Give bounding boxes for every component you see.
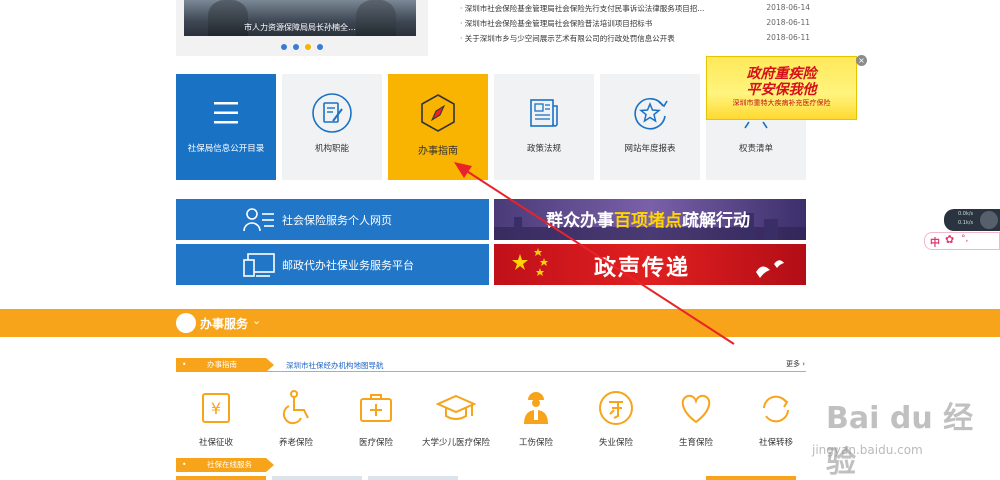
service-label: 社保征收 [198,438,233,448]
tile-label: 权责清单 [738,144,773,154]
yen-icon: ¥ [202,393,230,423]
baidu-watermark: Bai du 经验 jingyan.baidu.com [786,368,986,480]
personal-page-label: 社会保险服务个人网页 [282,213,392,227]
service-label: 工伤保险 [518,438,553,448]
speed-knob-icon [980,211,998,229]
news-item[interactable]: 关于深圳市乡与少空间展示艺术有限公司的行政处罚信息公开表 2018-06-11 [460,33,810,48]
document-edit-icon [312,93,352,133]
service-pension[interactable]: 养老保险 [256,388,336,448]
carousel-dot[interactable] [317,44,323,50]
news-date: 2018-06-11 [766,33,810,42]
service-label: 养老保险 [278,438,313,448]
compass-icon [421,94,455,132]
banner-government-voice-text: 政声传递 [594,255,691,281]
tile-label: 社保局信息公开目录 [187,144,265,154]
newspaper-icon [530,99,558,127]
graduation-cap-icon [436,394,476,420]
news-item[interactable]: 深圳市社会保险基金管理局社会保险先行支付民事诉讼法律服务项目招... 2018-… [460,3,810,18]
watermark-logo: Bai du 经验 [826,401,974,480]
chevron-down-icon[interactable]: ⌄ [252,314,261,327]
tile-service-guide[interactable]: 办事指南 [388,74,488,180]
map-navigation-link[interactable]: 深圳市社保经办机构地图导航 [286,360,384,371]
tag-online-service[interactable]: 社保在线服务 [176,458,266,472]
news-title[interactable]: 深圳市社会保险基金管理局社会保险普法培训项目招标书 [460,18,653,33]
news-date: 2018-06-14 [766,3,810,12]
network-speed-widget[interactable]: 0.0k/s 0.1k/s [944,209,1000,231]
tag-arrow [266,358,274,372]
tile-info-catalog[interactable]: 社保局信息公开目录 [176,74,276,180]
tile-label: 网站年度报表 [624,144,676,154]
news-list: 深圳市社会保险基金管理局社会保险先行支付民事诉讼法律服务项目招... 2018-… [460,3,810,48]
carousel-dot-active[interactable] [305,44,311,50]
tile-label: 政策法规 [526,144,561,154]
carousel-dot[interactable] [281,44,287,50]
service-label: 医疗保险 [358,438,393,448]
star-badge-icon [634,97,668,130]
service-book-icon [176,313,196,333]
personal-page-button[interactable]: 社会保险服务个人网页 [176,199,489,240]
tag-online-service-label: 社保在线服务 [207,460,252,469]
news-date: 2018-06-11 [766,18,810,27]
heart-icon [681,394,711,424]
bottom-tab[interactable] [176,476,266,480]
news-title[interactable]: 深圳市社会保险基金管理局社会保险先行支付民事诉讼法律服务项目招... [460,3,705,18]
service-collection[interactable]: ¥ 社保征收 [176,388,256,448]
bottom-tab[interactable] [272,476,362,480]
tag-service-guide-label: 办事指南 [207,360,237,369]
news-item[interactable]: 深圳市社会保险基金管理局社会保险普法培训项目招标书 2018-06-11 [460,18,810,33]
banner-government-voice[interactable]: 政声传递 [494,244,806,285]
banner-action[interactable]: 群众办事百项堵点疏解行动 [494,199,806,240]
user-list-icon [243,207,274,231]
tag-service-guide[interactable]: 办事指南 [176,358,266,372]
worker-icon [524,392,548,424]
bottom-tab[interactable] [368,476,458,480]
service-unemployment[interactable]: 失业保险 [576,388,656,448]
carousel-dot[interactable] [293,44,299,50]
floating-ad[interactable]: 政府重疾险 平安保我他 深圳市重特大疾病补充医疗保险 [706,56,857,120]
svg-text:¥: ¥ [211,399,221,418]
ime-punctuation[interactable]: °, [961,234,968,244]
service-medical[interactable]: 医疗保险 [336,388,416,448]
photo-carousel[interactable]: 市人力资源保障局局长孙楠全… [176,0,428,56]
postal-service-button[interactable]: 邮政代办社保业务服务平台 [176,244,489,285]
section-bar: 办事服务 ⌄ [0,309,1000,337]
service-student-medical[interactable]: 大学少儿医疗保险 [416,388,496,448]
service-label: 失业保险 [598,438,633,448]
carousel-image[interactable]: 市人力资源保障局局长孙楠全… [184,0,416,36]
carousel-dots [281,44,323,50]
banner-action-text: 群众办事百项堵点疏解行动 [546,211,750,231]
watermark-url: jingyan.baidu.com [812,443,923,457]
wheelchair-icon [282,390,309,425]
tile-annual-report[interactable]: 网站年度报表 [600,74,700,180]
service-maternity[interactable]: 生育保险 [656,388,736,448]
ad-line-2: 平安保我他 [746,82,817,98]
flower-icon[interactable]: ✿ [945,233,954,246]
service-injury[interactable]: 工伤保险 [496,388,576,448]
tile-label: 办事指南 [418,146,458,157]
postal-service-label: 邮政代办社保业务服务平台 [282,258,414,272]
upload-speed: 0.0k/s [958,211,974,217]
service-label: 生育保险 [678,438,713,448]
tile-label: 机构职能 [314,144,349,154]
tile-policies[interactable]: 政策法规 [494,74,594,180]
ad-line-3: 深圳市重特大疾病补充医疗保险 [732,99,831,107]
monitor-icon [243,252,275,277]
carousel-caption: 市人力资源保障局局长孙楠全… [244,23,356,32]
download-speed: 0.1k/s [958,220,974,226]
section-title[interactable]: 办事服务 [200,315,248,332]
menu-lines-icon [214,102,238,124]
service-label: 大学少儿医疗保险 [421,438,490,448]
bottom-tab[interactable] [706,476,796,480]
tag-arrow [266,458,274,472]
tile-functions[interactable]: 机构职能 [282,74,382,180]
page: { "carousel": { "caption": "市人力资源保障局局长孙楠… [0,0,1000,480]
medical-kit-icon [360,394,392,422]
news-title[interactable]: 关于深圳市乡与少空间展示艺术有限公司的行政处罚信息公开表 [460,33,675,48]
ime-toolbar[interactable]: 中 ✿ °, [924,232,1000,250]
section-divider [176,371,806,372]
ime-mode[interactable]: 中 [930,234,940,249]
unemployment-icon [599,391,633,425]
ad-close-icon[interactable]: × [856,55,867,66]
